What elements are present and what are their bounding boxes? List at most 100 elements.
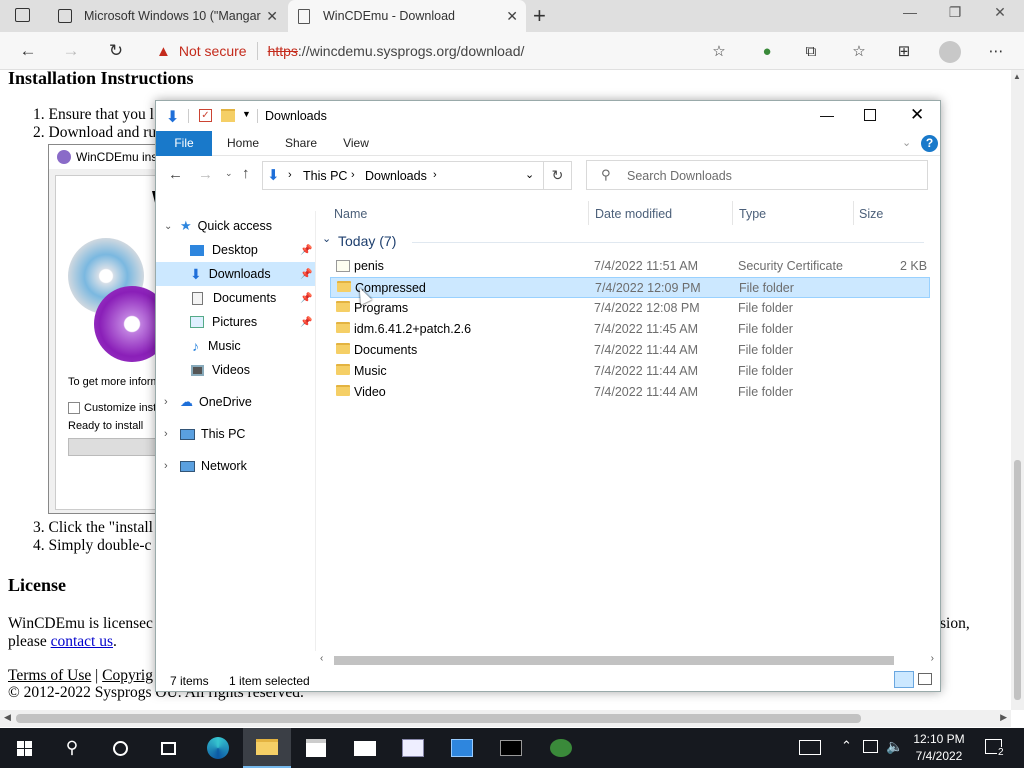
- volume-muted-icon[interactable]: 🔈: [886, 738, 903, 755]
- start-button[interactable]: [0, 728, 48, 768]
- sidebar-thispc[interactable]: › This PC: [156, 422, 315, 446]
- refresh-button[interactable]: ↻: [544, 161, 572, 190]
- ribbon-tab-share[interactable]: Share: [276, 131, 326, 156]
- close-window-icon[interactable]: ✕: [980, 4, 1020, 21]
- restore-icon[interactable]: ❐: [935, 4, 975, 21]
- taskbar-app-1[interactable]: [389, 728, 437, 768]
- minimize-icon[interactable]: —: [820, 107, 834, 123]
- security-label[interactable]: Not secure: [179, 43, 247, 59]
- explorer-horizontal-scrollbar[interactable]: ‹ ›: [318, 653, 938, 667]
- scroll-right-icon[interactable]: ▶: [1000, 712, 1007, 723]
- search-button[interactable]: ⚲: [48, 728, 96, 768]
- customize-checkbox[interactable]: [68, 402, 80, 414]
- taskbar-file-explorer[interactable]: [243, 728, 291, 768]
- clock-date[interactable]: 7/4/2022: [913, 749, 965, 763]
- forward-icon[interactable]: →: [58, 40, 84, 62]
- address-dropdown-icon[interactable]: ⌄: [525, 168, 534, 181]
- search-box[interactable]: ⚲ Search Downloads: [586, 160, 928, 190]
- extension-globe-icon[interactable]: ●: [756, 41, 778, 63]
- new-folder-icon[interactable]: [221, 109, 235, 122]
- scroll-left-icon[interactable]: ◀: [4, 712, 11, 723]
- recent-locations-icon[interactable]: ⌄: [225, 168, 233, 179]
- table-row[interactable]: Programs 7/4/2022 12:08 PM File folder: [330, 298, 930, 319]
- page-horizontal-scrollbar[interactable]: ◀ ▶: [0, 710, 1011, 727]
- scroll-thumb[interactable]: [1014, 460, 1021, 700]
- taskbar-app-2[interactable]: [438, 728, 486, 768]
- chevron-up-icon[interactable]: ⌃: [841, 738, 852, 754]
- expand-ribbon-icon[interactable]: ⌄: [902, 136, 911, 149]
- forward-icon[interactable]: →: [198, 166, 213, 183]
- sidebar-item-music[interactable]: ♪ Music: [156, 334, 315, 358]
- table-row[interactable]: Documents 7/4/2022 11:44 AM File folder: [330, 340, 930, 361]
- close-tab-icon[interactable]: ✕: [266, 8, 278, 25]
- breadcrumb-downloads[interactable]: Downloads: [365, 169, 427, 183]
- maximize-icon[interactable]: [864, 109, 876, 121]
- chevron-right-icon[interactable]: ›: [164, 396, 176, 408]
- tab-windows10[interactable]: Microsoft Windows 10 ("Mangar ✕: [48, 0, 286, 32]
- more-icon[interactable]: ⋯: [985, 41, 1007, 63]
- taskbar-mail[interactable]: [341, 728, 389, 768]
- copyright-link[interactable]: Copyrig: [102, 667, 153, 684]
- chevron-right-icon[interactable]: ›: [164, 428, 176, 440]
- column-type[interactable]: Type: [739, 207, 766, 221]
- close-window-icon[interactable]: ✕: [910, 105, 924, 125]
- refresh-icon[interactable]: ↻: [103, 40, 129, 62]
- taskbar-edge[interactable]: [194, 728, 242, 768]
- pin-icon[interactable]: 📌: [300, 293, 312, 304]
- column-name[interactable]: Name: [334, 207, 367, 221]
- contact-link[interactable]: contact us: [51, 633, 113, 650]
- sidebar-item-downloads[interactable]: ⬇ Downloads 📌: [156, 262, 315, 286]
- sidebar-item-pictures[interactable]: Pictures 📌: [156, 310, 315, 334]
- sidebar-item-desktop[interactable]: Desktop 📌: [156, 238, 315, 262]
- properties-icon[interactable]: ✓: [199, 109, 212, 122]
- table-row[interactable]: Compressed 7/4/2022 12:09 PM File folder: [330, 277, 930, 298]
- terms-link[interactable]: Terms of Use: [8, 667, 91, 684]
- ribbon-tab-view[interactable]: View: [332, 131, 380, 156]
- network-status-icon[interactable]: [863, 740, 878, 753]
- sidebar-item-documents[interactable]: Documents 📌: [156, 286, 315, 310]
- up-icon[interactable]: ↑: [242, 165, 250, 182]
- task-view-button[interactable]: [144, 728, 192, 768]
- back-icon[interactable]: ←: [168, 166, 183, 183]
- sidebar-network[interactable]: › Network: [156, 454, 315, 478]
- scroll-thumb[interactable]: [16, 714, 861, 723]
- ribbon-tab-home[interactable]: Home: [218, 131, 268, 156]
- table-row[interactable]: Video 7/4/2022 11:44 AM File folder: [330, 382, 930, 403]
- sidebar-item-videos[interactable]: Videos: [156, 358, 315, 382]
- minimize-icon[interactable]: —: [890, 4, 930, 20]
- scroll-left-icon[interactable]: ‹: [320, 653, 323, 664]
- tab-actions-icon[interactable]: [15, 8, 30, 22]
- favorites-icon[interactable]: ☆: [848, 41, 870, 63]
- taskbar-terminal[interactable]: [487, 728, 535, 768]
- chevron-down-icon[interactable]: ⌄: [164, 221, 176, 232]
- cortana-button[interactable]: [96, 728, 144, 768]
- table-row[interactable]: Music 7/4/2022 11:44 AM File folder: [330, 361, 930, 382]
- large-icons-view-icon[interactable]: [918, 673, 932, 685]
- close-tab-icon[interactable]: ✕: [506, 8, 518, 25]
- chevron-right-icon[interactable]: ›: [164, 460, 176, 472]
- tab-wincdemu[interactable]: WinCDEmu - Download ✕: [288, 0, 526, 32]
- action-center-tray-icon[interactable]: [799, 740, 821, 755]
- column-size[interactable]: Size: [859, 207, 883, 221]
- group-header-today[interactable]: ⌄ Today (7): [322, 233, 928, 249]
- new-tab-icon[interactable]: +: [533, 3, 546, 29]
- ribbon-tab-file[interactable]: File: [156, 131, 212, 156]
- address-box[interactable]: ⬇ › This PC › Downloads › ⌄: [262, 161, 544, 190]
- pin-icon[interactable]: 📌: [300, 269, 312, 280]
- pin-icon[interactable]: 📌: [300, 245, 312, 256]
- details-view-icon[interactable]: [894, 671, 914, 688]
- collections-icon[interactable]: ⊞: [893, 41, 915, 63]
- scroll-right-icon[interactable]: ›: [931, 653, 934, 664]
- back-icon[interactable]: ←: [15, 40, 41, 62]
- table-row[interactable]: penis 7/4/2022 11:51 AM Security Certifi…: [330, 256, 930, 277]
- sidebar-onedrive[interactable]: › ☁ OneDrive: [156, 390, 315, 414]
- url-field[interactable]: ▲ Not secure https ://wincdemu.sysprogs.…: [146, 36, 741, 66]
- clock-time[interactable]: 12:10 PM: [913, 732, 965, 746]
- scroll-thumb[interactable]: [334, 656, 894, 665]
- taskbar-idm[interactable]: [537, 728, 585, 768]
- add-favorite-icon[interactable]: ☆: [708, 41, 730, 63]
- download-arrow-icon[interactable]: ⬇: [166, 107, 179, 127]
- profile-avatar[interactable]: [939, 41, 961, 63]
- help-icon[interactable]: ?: [921, 135, 938, 152]
- customize-qat-icon[interactable]: ▼: [242, 109, 251, 119]
